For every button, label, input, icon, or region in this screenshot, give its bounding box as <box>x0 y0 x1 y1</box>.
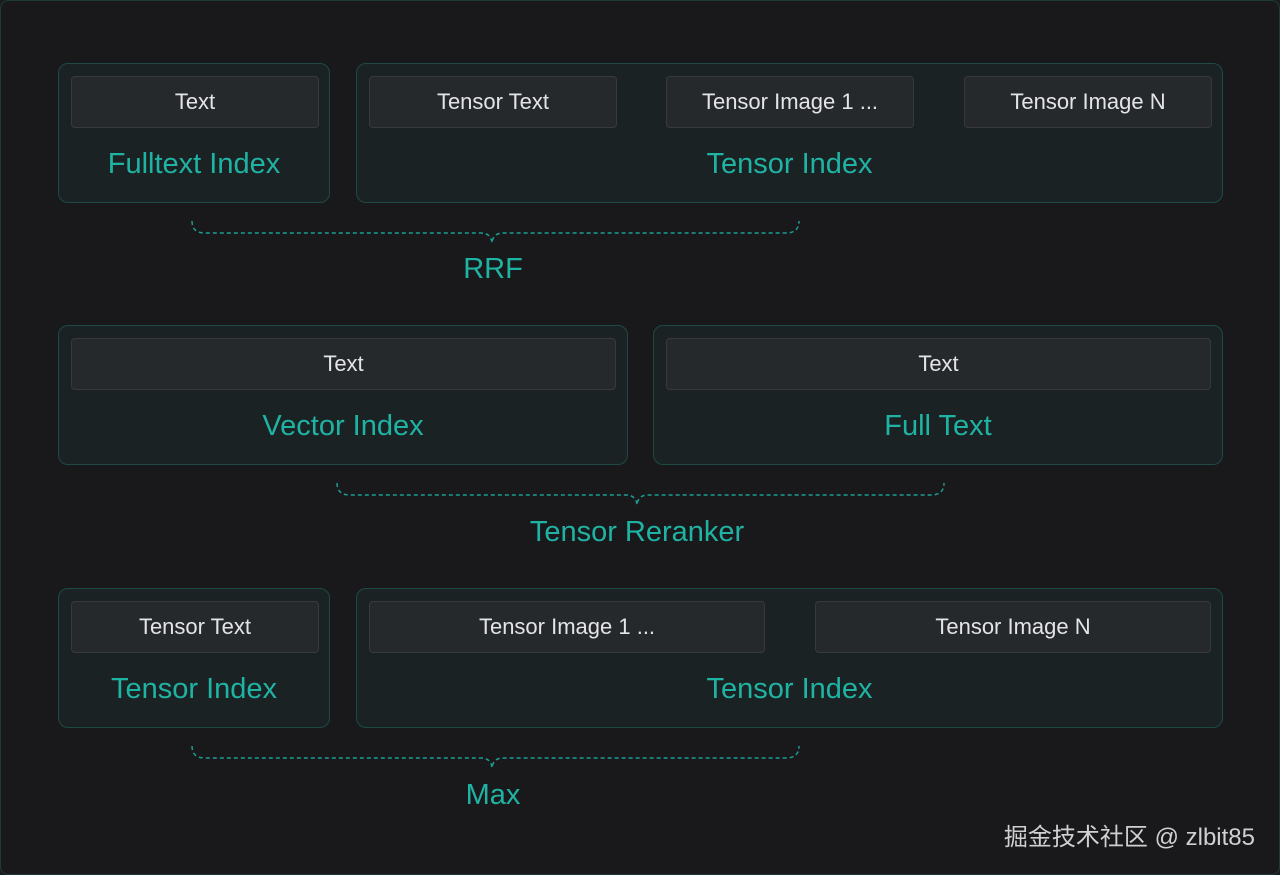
tensor-text-index-panel: Tensor Text Tensor Index <box>58 588 330 728</box>
tensor-text-chip: Tensor Text <box>71 601 319 653</box>
text-field-chip: Text <box>71 76 319 128</box>
merge-label-tensor-reranker: Tensor Reranker <box>529 516 745 548</box>
panel-title: Fulltext Index <box>107 148 281 180</box>
text-field-chip: Text <box>666 338 1211 390</box>
tensor-image-1-chip: Tensor Image 1 ... <box>369 601 765 653</box>
fulltext-index-panel: Text Fulltext Index <box>58 63 330 203</box>
diagram-canvas: Text Fulltext Index Tensor Text Tensor I… <box>0 0 1280 875</box>
merge-brace <box>336 482 945 506</box>
tensor-image-n-chip: Tensor Image N <box>964 76 1212 128</box>
panel-title: Vector Index <box>262 410 424 442</box>
panel-title: Full Text <box>884 410 992 442</box>
vector-index-panel: Text Vector Index <box>58 325 628 465</box>
full-text-panel: Text Full Text <box>653 325 1223 465</box>
tensor-index-panel: Tensor Text Tensor Image 1 ... Tensor Im… <box>356 63 1223 203</box>
watermark: 掘金技术社区 @ zlbit85 <box>1003 824 1255 851</box>
tensor-text-chip: Tensor Text <box>369 76 617 128</box>
panel-title: Tensor Index <box>706 673 873 705</box>
merge-brace <box>191 745 800 769</box>
merge-brace <box>191 220 800 244</box>
tensor-image-index-panel: Tensor Image 1 ... Tensor Image N Tensor… <box>356 588 1223 728</box>
merge-label-max: Max <box>465 779 521 811</box>
panel-title: Tensor Index <box>110 673 278 705</box>
text-field-chip: Text <box>71 338 616 390</box>
merge-label-rrf: RRF <box>463 253 523 285</box>
tensor-image-1-chip: Tensor Image 1 ... <box>666 76 914 128</box>
panel-title: Tensor Index <box>706 148 873 180</box>
tensor-image-n-chip: Tensor Image N <box>815 601 1211 653</box>
